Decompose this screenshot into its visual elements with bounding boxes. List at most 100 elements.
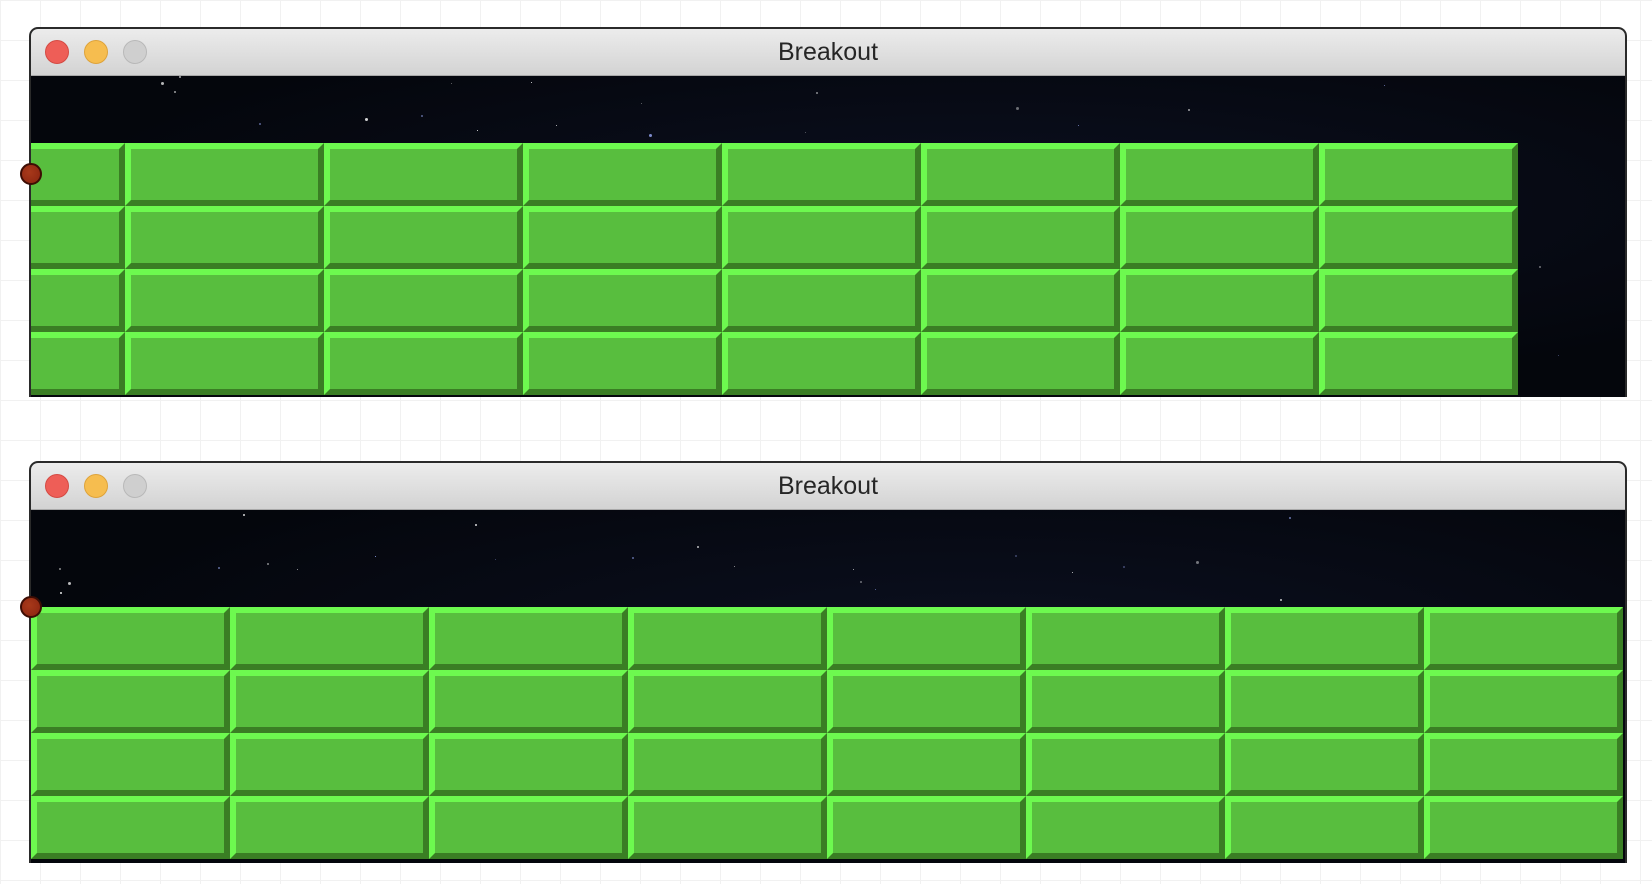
brick [125,143,324,206]
brick [722,143,921,206]
brick [1120,206,1319,269]
brick [1319,269,1518,332]
brick [1026,607,1225,670]
brick [125,269,324,332]
star [1123,566,1125,568]
title-bar[interactable]: Breakout [31,463,1625,510]
brick [429,796,628,859]
star [556,125,557,126]
brick [827,733,1026,796]
star [1289,517,1291,519]
brick [31,607,230,670]
brick [1319,332,1518,395]
game-playfield[interactable] [31,510,1625,863]
brick [523,143,722,206]
brick [324,143,523,206]
brick [31,143,125,206]
brick [230,670,429,733]
ball [20,596,42,618]
brick [1424,607,1623,670]
window-title: Breakout [777,38,879,66]
brick [628,733,827,796]
brick [1026,733,1225,796]
star [60,592,62,594]
star [1016,107,1019,110]
brick [628,670,827,733]
window-title: Breakout [777,472,879,500]
brick [921,143,1120,206]
brick [125,206,324,269]
brick [827,670,1026,733]
brick [921,206,1120,269]
brick [125,332,324,395]
star [1188,109,1190,111]
star [649,134,652,137]
star [816,92,818,94]
star [59,568,61,570]
brick [722,332,921,395]
brick [324,332,523,395]
brick [921,332,1120,395]
brick [921,269,1120,332]
star [632,557,634,559]
brick [1225,607,1424,670]
star [68,582,71,585]
brick [722,269,921,332]
star [297,569,298,570]
star [365,118,368,121]
star [1072,572,1073,573]
star [1539,266,1541,268]
brick [429,607,628,670]
brick [31,206,125,269]
brick [1026,796,1225,859]
star [179,76,181,78]
brick [324,206,523,269]
star [477,130,478,131]
brick [1026,670,1225,733]
brick [1424,670,1623,733]
brick [324,269,523,332]
brick [1120,332,1319,395]
star [243,514,245,516]
title-bar[interactable]: Breakout [31,29,1625,76]
ball [20,163,42,185]
star [1015,555,1017,557]
game-playfield[interactable] [31,76,1625,397]
star [853,569,854,570]
brick [827,607,1026,670]
star [1196,561,1199,564]
star [531,82,532,83]
star [1078,125,1079,126]
brick [1120,143,1319,206]
brick [1424,796,1623,859]
brick [523,332,722,395]
brick [230,607,429,670]
brick [1120,269,1319,332]
brick [827,796,1026,859]
breakout-window-2: Breakout [29,461,1627,863]
brick [1225,733,1424,796]
breakout-window-1: Breakout [29,27,1627,397]
star [875,589,876,590]
brick [1225,670,1424,733]
brick [429,733,628,796]
brick [1225,796,1424,859]
brick [628,796,827,859]
brick [429,670,628,733]
brick [230,733,429,796]
star [174,91,176,93]
brick [31,670,230,733]
brick [628,607,827,670]
star [218,567,220,569]
star [1558,355,1559,356]
star [495,559,496,560]
star [1280,599,1282,601]
brick [722,206,921,269]
brick [1424,733,1623,796]
star [1384,85,1385,86]
brick [31,733,230,796]
brick [31,332,125,395]
star [421,115,423,117]
brick [230,796,429,859]
star [697,546,699,548]
